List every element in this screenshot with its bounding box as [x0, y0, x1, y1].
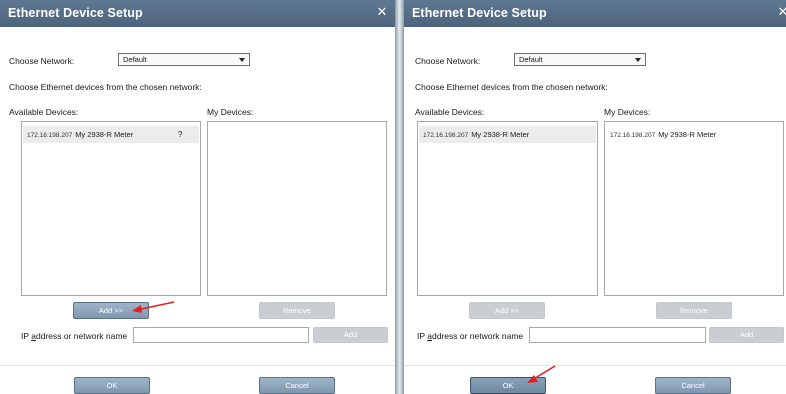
ip-label-rest: ddress or network name: [35, 331, 128, 341]
ok-button[interactable]: OK: [74, 377, 150, 394]
footer-divider: [0, 365, 395, 366]
ip-address-label: IP address or network name: [417, 331, 523, 341]
add-device-button[interactable]: Add >>: [73, 302, 149, 319]
dialog-title: Ethernet Device Setup: [8, 6, 143, 20]
ethernet-setup-dialog-after: Ethernet Device Setup ✕ Choose Network: …: [404, 0, 786, 394]
cancel-button[interactable]: Cancel: [655, 377, 731, 394]
my-devices-list[interactable]: [207, 121, 387, 296]
available-devices-label: Available Devices:: [415, 107, 485, 117]
list-item[interactable]: 172.16.198.207 My 2938-R Meter: [419, 126, 596, 143]
title-bar: Ethernet Device Setup ✕: [0, 0, 395, 27]
instruction-text: Choose Ethernet devices from the chosen …: [415, 82, 608, 92]
remove-device-button[interactable]: Remove: [656, 302, 732, 319]
list-item[interactable]: 172.16.198.207 My 2938-R Meter ?: [23, 126, 199, 143]
device-name: My 2938-R Meter: [658, 130, 717, 139]
ip-label-prefix: IP: [417, 331, 428, 341]
available-devices-list[interactable]: 172.16.198.207 My 2938-R Meter: [417, 121, 598, 296]
device-ip: 172.16.198.207: [423, 132, 469, 139]
network-select[interactable]: Default: [118, 53, 250, 66]
ip-address-input[interactable]: [133, 327, 309, 343]
ethernet-setup-dialog-before: Ethernet Device Setup ✕ Choose Network: …: [0, 0, 395, 394]
ip-address-input[interactable]: [529, 327, 706, 343]
available-devices-list[interactable]: 172.16.198.207 My 2938-R Meter ?: [21, 121, 201, 296]
ip-label-prefix: IP: [21, 331, 32, 341]
dialog-title: Ethernet Device Setup: [412, 6, 547, 20]
available-devices-label: Available Devices:: [9, 107, 79, 117]
choose-network-label: Choose Network:: [415, 56, 481, 66]
remove-device-button[interactable]: Remove: [259, 302, 335, 319]
mouse-cursor-icon: ?: [178, 130, 183, 139]
ip-address-label: IP address or network name: [21, 331, 127, 341]
close-icon[interactable]: ✕: [375, 4, 389, 20]
choose-network-label: Choose Network:: [9, 56, 75, 66]
network-select-value: Default: [519, 55, 543, 64]
add-ip-button[interactable]: Add: [709, 327, 784, 343]
cancel-button[interactable]: Cancel: [259, 377, 335, 394]
device-name: My 2938-R Meter: [75, 130, 134, 139]
list-item[interactable]: 172.16.198.207 My 2938-R Meter: [606, 126, 782, 143]
chevron-down-icon: [635, 58, 641, 62]
network-select-value: Default: [123, 55, 147, 64]
device-ip: 172.16.198.207: [27, 132, 73, 139]
footer-divider: [404, 365, 786, 366]
device-name: My 2938-R Meter: [471, 130, 530, 139]
add-device-button[interactable]: Add >>: [469, 302, 545, 319]
chevron-down-icon: [239, 58, 245, 62]
ok-button[interactable]: OK: [470, 377, 546, 394]
my-devices-list[interactable]: 172.16.198.207 My 2938-R Meter: [604, 121, 784, 296]
ip-label-rest: ddress or network name: [431, 331, 524, 341]
device-ip: 172.16.198.207: [610, 132, 656, 139]
network-select[interactable]: Default: [514, 53, 646, 66]
title-bar: Ethernet Device Setup ✕: [404, 0, 786, 27]
add-ip-button[interactable]: Add: [313, 327, 388, 343]
panel-divider: [395, 0, 404, 394]
my-devices-label: My Devices:: [604, 107, 651, 117]
my-devices-label: My Devices:: [207, 107, 254, 117]
close-icon[interactable]: ✕: [776, 4, 786, 20]
instruction-text: Choose Ethernet devices from the chosen …: [9, 82, 202, 92]
